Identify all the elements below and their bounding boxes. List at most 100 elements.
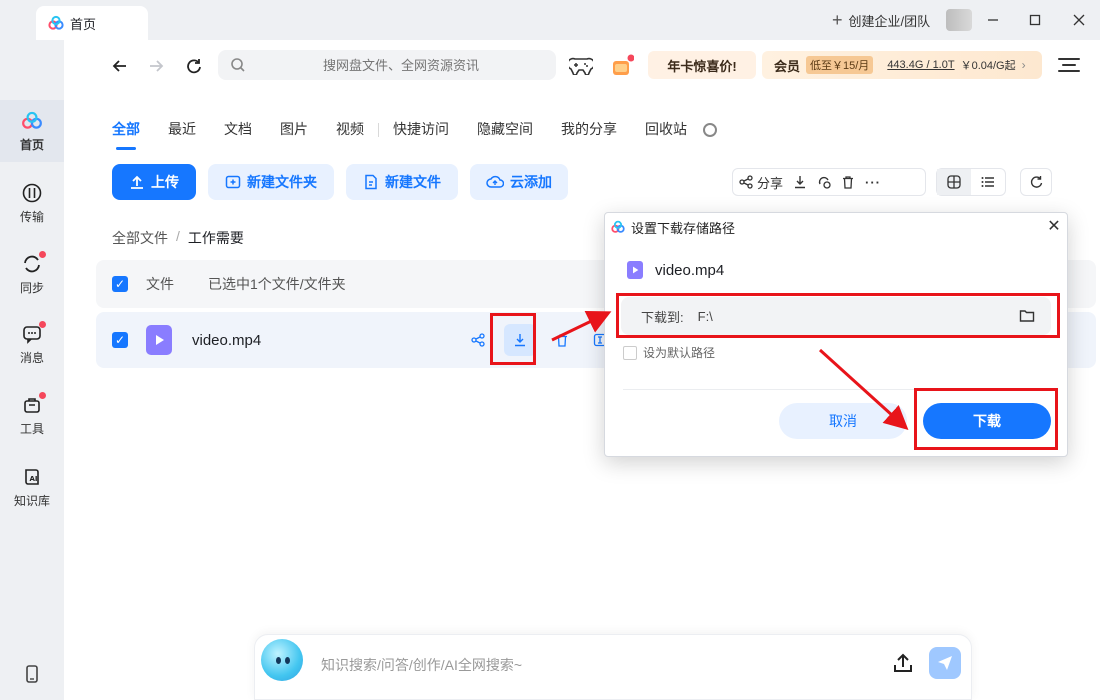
vip-label: 会员 xyxy=(774,58,801,74)
dialog-file-name: video.mp4 xyxy=(655,261,725,279)
ai-assistant-avatar[interactable] xyxy=(261,639,303,681)
mobile-device-icon[interactable] xyxy=(22,664,42,684)
new-file-label: 新建文件 xyxy=(385,174,441,190)
sidebar-item-label: 消息 xyxy=(19,350,44,365)
home-tab-label: 首页 xyxy=(70,16,97,32)
default-path-label: 设为默认路径 xyxy=(643,346,716,360)
list-refresh-icon[interactable] xyxy=(1020,168,1052,196)
vip-price-badge: 低至￥15/月 xyxy=(806,56,874,74)
download-icon[interactable] xyxy=(793,175,807,189)
vip-banner[interactable]: 会员 低至￥15/月 443.4G / 1.0T ￥0.04/G起 › xyxy=(762,51,1042,79)
annual-card-promo[interactable]: 年卡惊喜价! xyxy=(648,51,756,79)
search-input[interactable] xyxy=(246,57,556,73)
breadcrumb-separator: / xyxy=(176,228,180,244)
folder-browse-icon[interactable] xyxy=(1019,308,1035,324)
sidebar-item-label: 同步 xyxy=(19,280,44,295)
breadcrumb-root[interactable]: 全部文件 xyxy=(112,228,168,248)
row-checkbox[interactable]: ✓ xyxy=(112,332,128,348)
dialog-close-icon[interactable]: ✕ xyxy=(1045,218,1063,236)
storage-quota[interactable]: 443.4G / 1.0T xyxy=(887,59,954,71)
row-delete-icon[interactable] xyxy=(550,328,574,352)
trash-icon[interactable] xyxy=(841,175,855,189)
home-tab[interactable]: 首页 xyxy=(36,6,148,40)
ai-search-box[interactable]: 知识搜索/问答/创作/AI全网搜索~ xyxy=(254,634,972,700)
cloud-upload-icon xyxy=(486,175,504,188)
list-view-icon[interactable] xyxy=(971,169,1005,195)
sidebar-item-home[interactable]: 首页 xyxy=(0,100,64,162)
view-toggle xyxy=(936,168,1006,196)
tab-images[interactable]: 图片 xyxy=(280,118,308,142)
forward-arrow-icon[interactable] xyxy=(144,54,168,78)
tab-settings-icon[interactable] xyxy=(703,123,717,137)
search-icon xyxy=(231,58,245,72)
sidebar-item-transfer[interactable]: 传输 xyxy=(0,172,64,234)
transfer-icon xyxy=(21,182,43,204)
baidu-netdisk-logo-icon xyxy=(48,15,64,30)
download-button[interactable]: 下载 xyxy=(923,403,1051,439)
tab-recycle-bin[interactable]: 回收站 xyxy=(645,118,687,142)
sidebar-item-knowledge[interactable]: AI 知识库 xyxy=(0,456,64,518)
svg-text:AI: AI xyxy=(30,475,38,483)
promo-label: 年卡惊喜价! xyxy=(667,58,737,74)
video-file-icon xyxy=(627,261,643,279)
tab-quick-access[interactable]: 快捷访问 xyxy=(393,118,449,142)
breadcrumb: 全部文件 / 工作需要 xyxy=(112,228,244,248)
cancel-label: 取消 xyxy=(829,413,857,429)
file-name[interactable]: video.mp4 xyxy=(192,332,261,349)
sidebar-item-messages[interactable]: 消息 xyxy=(0,313,64,375)
ai-send-button[interactable] xyxy=(929,647,961,679)
sidebar-item-tools[interactable]: 工具 xyxy=(0,384,64,446)
select-all-checkbox[interactable]: ✓ xyxy=(112,276,128,292)
baidu-netdisk-logo-icon xyxy=(611,220,625,233)
gamepad-icon[interactable] xyxy=(568,53,594,79)
dialog-divider xyxy=(623,389,1051,390)
knowledge-base-icon: AI xyxy=(21,466,43,488)
maximize-icon[interactable] xyxy=(1022,8,1048,32)
tab-videos[interactable]: 视频 xyxy=(336,118,364,142)
back-arrow-icon[interactable] xyxy=(108,54,132,78)
notification-dot xyxy=(39,250,46,258)
send-icon xyxy=(938,656,952,670)
upload-button[interactable]: 上传 xyxy=(112,164,196,200)
upload-icon xyxy=(131,175,143,189)
tab-recent[interactable]: 最近 xyxy=(168,118,196,142)
minimize-icon[interactable] xyxy=(980,8,1006,32)
tab-hidden-space[interactable]: 隐藏空间 xyxy=(477,118,533,142)
grid-view-icon[interactable] xyxy=(937,169,971,195)
dialog-title-bar: 设置下载存储路径 xyxy=(611,217,735,237)
cloud-add-button[interactable]: 云添加 xyxy=(470,164,568,200)
default-path-checkbox[interactable] xyxy=(623,345,637,360)
ai-search-placeholder[interactable]: 知识搜索/问答/创作/AI全网搜索~ xyxy=(321,655,522,675)
download-path-field[interactable]: 下载到: F:\ xyxy=(621,297,1051,335)
cancel-button[interactable]: 取消 xyxy=(779,403,907,439)
toolbox-icon xyxy=(21,391,46,416)
user-avatar[interactable] xyxy=(946,9,972,31)
download-label: 下载 xyxy=(973,413,1001,429)
default-path-option[interactable]: 设为默认路径 xyxy=(623,344,715,361)
new-folder-button[interactable]: 新建文件夹 xyxy=(208,164,334,200)
sidebar-item-sync[interactable]: 同步 xyxy=(0,243,64,305)
top-toolbar: 年卡惊喜价! 会员 低至￥15/月 443.4G / 1.0T ￥0.04/G起… xyxy=(64,40,1100,92)
share-button[interactable]: 分享 xyxy=(739,173,783,192)
tab-my-shares[interactable]: 我的分享 xyxy=(561,118,617,142)
left-rail: 首页 传输 同步 消息 工具 AI 知识库 xyxy=(0,40,64,700)
row-actions xyxy=(466,312,612,368)
cloud-sync-icon[interactable] xyxy=(817,175,831,189)
window-titlebar: 首页 + 创建企业/团队 xyxy=(0,0,1100,40)
tab-documents[interactable]: 文档 xyxy=(224,118,252,142)
row-share-icon[interactable] xyxy=(466,328,490,352)
close-window-icon[interactable] xyxy=(1066,8,1092,32)
more-options-icon[interactable]: ··· xyxy=(865,175,881,190)
row-download-icon[interactable] xyxy=(504,324,536,356)
upload-label: 上传 xyxy=(151,174,179,190)
refresh-icon[interactable] xyxy=(182,54,206,78)
gift-bag-icon[interactable] xyxy=(609,53,635,79)
search-box[interactable] xyxy=(218,50,556,80)
selection-count: 已选中1个文件/文件夹 xyxy=(208,276,346,292)
hamburger-menu-icon[interactable] xyxy=(1058,54,1080,76)
plus-icon: + xyxy=(832,10,843,30)
create-team-button[interactable]: + 创建企业/团队 xyxy=(832,10,930,30)
ai-upload-icon[interactable] xyxy=(891,651,915,675)
tab-all[interactable]: 全部 xyxy=(112,118,140,142)
new-file-button[interactable]: 新建文件 xyxy=(346,164,458,200)
